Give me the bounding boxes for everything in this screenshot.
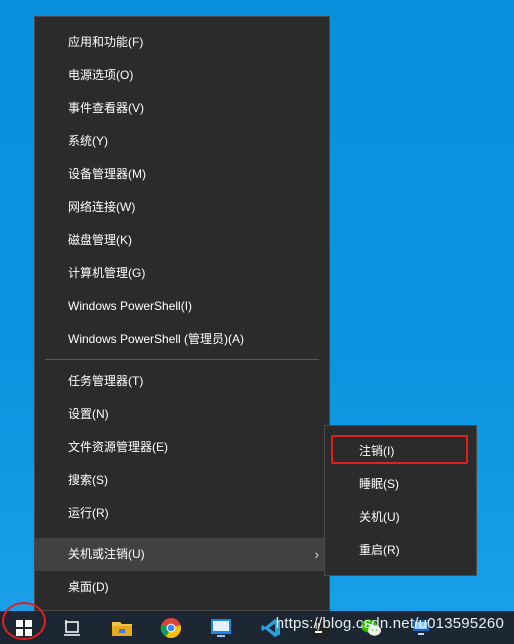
menu-item-network-connections[interactable]: 网络连接(W)	[35, 191, 329, 224]
menu-item-file-explorer[interactable]: 文件资源管理器(E)	[35, 431, 329, 464]
menu-item-device-manager[interactable]: 设备管理器(M)	[35, 158, 329, 191]
chevron-right-icon: ›	[314, 546, 319, 562]
menu-item-settings[interactable]: 设置(N)	[35, 398, 329, 431]
submenu-item-shutdown[interactable]: 关机(U)	[325, 501, 476, 534]
watermark-text: https://blog.csdn.net/u013595260	[275, 615, 504, 632]
menu-item-desktop[interactable]: 桌面(D)	[35, 571, 329, 604]
menu-item-computer-management[interactable]: 计算机管理(G)	[35, 257, 329, 290]
menu-item-power-options[interactable]: 电源选项(O)	[35, 59, 329, 92]
submenu-item-sleep[interactable]: 睡眠(S)	[325, 468, 476, 501]
menu-item-powershell-admin[interactable]: Windows PowerShell (管理员)(A)	[35, 323, 329, 356]
menu-item-shutdown-signout[interactable]: 关机或注销(U) ›	[35, 538, 329, 571]
task-view-icon[interactable]	[52, 611, 92, 644]
menu-item-task-manager[interactable]: 任务管理器(T)	[35, 365, 329, 398]
winx-context-menu: 应用和功能(F) 电源选项(O) 事件查看器(V) 系统(Y) 设备管理器(M)…	[34, 16, 330, 611]
submenu-item-restart[interactable]: 重启(R)	[325, 534, 476, 567]
signout-highlight-annotation	[331, 435, 468, 464]
menu-item-powershell[interactable]: Windows PowerShell(I)	[35, 290, 329, 323]
menu-item-apps-features[interactable]: 应用和功能(F)	[35, 26, 329, 59]
start-button-highlight-annotation	[2, 602, 46, 640]
app-icon[interactable]	[201, 611, 241, 644]
menu-separator	[45, 359, 319, 360]
file-explorer-icon[interactable]	[102, 611, 142, 644]
menu-item-disk-management[interactable]: 磁盘管理(K)	[35, 224, 329, 257]
menu-item-system[interactable]: 系统(Y)	[35, 125, 329, 158]
chrome-icon[interactable]	[151, 611, 191, 644]
menu-item-run[interactable]: 运行(R)	[35, 497, 329, 530]
menu-item-search[interactable]: 搜索(S)	[35, 464, 329, 497]
menu-item-event-viewer[interactable]: 事件查看器(V)	[35, 92, 329, 125]
